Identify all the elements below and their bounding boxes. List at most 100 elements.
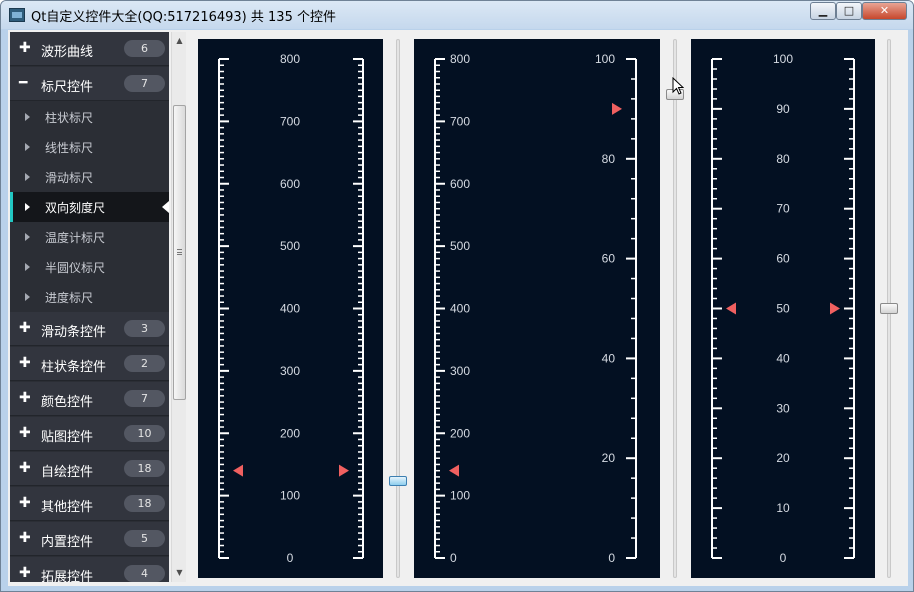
nav-child-item-4[interactable]: 温度计标尺 <box>10 222 169 252</box>
nav-child-item-5[interactable]: 半圆仪标尺 <box>10 252 169 282</box>
nav-group-label: 滑动条控件 <box>41 325 107 340</box>
nav-group-9[interactable]: ✚ 拓展控件 4 <box>10 557 169 582</box>
nav-group-label: 贴图控件 <box>41 430 94 445</box>
app-icon <box>9 8 25 22</box>
tick-label: 700 <box>280 114 300 128</box>
tick-label: 20 <box>776 451 790 465</box>
nav-child-item-3[interactable]: 双向刻度尺 <box>10 192 169 222</box>
triangle-right-icon <box>25 143 30 151</box>
nav-child-label: 滑动标尺 <box>45 171 94 185</box>
ruler-panel-2: 0 100 200 300 400 500 600 700 800 <box>414 39 534 578</box>
tick-label: 200 <box>450 426 470 440</box>
minimize-button[interactable]: ▁ <box>810 2 836 20</box>
nav-group-label: 标尺控件 <box>41 80 94 95</box>
tick-label: 60 <box>602 252 616 266</box>
tick-label: 300 <box>280 364 300 378</box>
ruler-panel-4: 0 10 20 30 40 50 60 70 80 90 100 <box>691 39 875 578</box>
nav-group-2[interactable]: ✚ 滑动条控件 3 <box>10 312 169 346</box>
navigation-tree: ✚ 波形曲线 6 ━ 标尺控件 7 柱状标尺线性标尺滑动标尺双向刻度尺温度计标尺半圆仪标尺进… <box>10 32 169 582</box>
ruler-3-svg: 0 20 40 60 80 100 <box>595 52 637 565</box>
ruler-1-slider-handle[interactable] <box>389 476 407 486</box>
nav-group-label: 拓展控件 <box>41 570 94 582</box>
nav-group-0[interactable]: ✚ 波形曲线 6 <box>10 32 169 66</box>
tick-label: 30 <box>776 401 790 415</box>
tick-label: 0 <box>780 551 787 565</box>
ruler-4-svg: 0 10 20 30 40 50 60 70 80 90 100 <box>711 52 855 565</box>
tick-label: 80 <box>776 152 790 166</box>
nav-group-5[interactable]: ✚ 贴图控件 10 <box>10 417 169 451</box>
plus-icon: ✚ <box>19 495 31 511</box>
nav-child-item-1[interactable]: 线性标尺 <box>10 132 169 162</box>
maximize-button[interactable]: □ <box>836 2 862 20</box>
tick-label: 0 <box>608 551 615 565</box>
ruler-1-slider-track[interactable] <box>396 39 400 578</box>
ruler-panel-1: 0 100 200 300 400 500 600 700 800 <box>198 39 383 578</box>
tick-label: 200 <box>280 426 300 440</box>
nav-group-label: 内置控件 <box>41 535 94 550</box>
plus-icon: ✚ <box>19 425 31 441</box>
triangle-right-icon <box>25 263 30 271</box>
right-value-marker-icon <box>339 464 349 477</box>
minus-icon: ━ <box>19 75 28 91</box>
tick-label: 50 <box>776 302 790 316</box>
plus-icon: ✚ <box>19 320 31 336</box>
plus-icon: ✚ <box>19 460 31 476</box>
nav-group-4[interactable]: ✚ 颜色控件 7 <box>10 382 169 416</box>
nav-child-label: 线性标尺 <box>45 141 94 155</box>
ruler-3-slider-track[interactable] <box>673 39 677 578</box>
nav-child-label: 温度计标尺 <box>45 231 106 245</box>
nav-group-count-badge: 2 <box>124 355 165 372</box>
nav-group-count-badge: 7 <box>124 75 165 92</box>
title-bar[interactable]: Qt自定义控件大全(QQ:517216493) 共 135 个控件 ▁ □ ✕ <box>1 1 913 29</box>
tick-label: 400 <box>450 302 470 316</box>
tick-label: 400 <box>280 302 300 316</box>
scroll-down-arrow-icon[interactable]: ▼ <box>172 566 187 580</box>
triangle-right-icon <box>25 113 30 121</box>
main-window: Qt自定义控件大全(QQ:517216493) 共 135 个控件 ▁ □ ✕ … <box>0 0 914 592</box>
ruler-panel-3: 0 20 40 60 80 100 <box>534 39 660 578</box>
triangle-right-icon <box>25 173 30 181</box>
scroll-thumb[interactable] <box>173 105 186 400</box>
plus-icon: ✚ <box>19 40 31 56</box>
close-button[interactable]: ✕ <box>862 2 907 20</box>
nav-group-7[interactable]: ✚ 其他控件 18 <box>10 487 169 521</box>
tick-label: 700 <box>450 114 470 128</box>
nav-group-count-badge: 4 <box>124 565 165 582</box>
nav-group-3[interactable]: ✚ 柱状条控件 2 <box>10 347 169 381</box>
plus-icon: ✚ <box>19 530 31 546</box>
tick-label: 90 <box>776 102 790 116</box>
ruler-4-slider-handle[interactable] <box>880 303 898 314</box>
nav-group-8[interactable]: ✚ 内置控件 5 <box>10 522 169 556</box>
tick-label: 300 <box>450 364 470 378</box>
tick-label: 40 <box>776 351 790 365</box>
tick-label: 600 <box>450 177 470 191</box>
nav-group-count-badge: 18 <box>124 495 165 512</box>
left-value-marker-icon <box>449 464 459 477</box>
tick-label: 80 <box>602 152 616 166</box>
plus-icon: ✚ <box>19 565 31 581</box>
plus-icon: ✚ <box>19 355 31 371</box>
nav-child-label: 进度标尺 <box>45 291 94 305</box>
nav-group-6[interactable]: ✚ 自绘控件 18 <box>10 452 169 486</box>
right-value-marker-icon <box>830 302 840 315</box>
nav-scrollbar[interactable]: ▲ ▼ <box>171 32 186 582</box>
tick-label: 100 <box>280 489 300 503</box>
scroll-up-arrow-icon[interactable]: ▲ <box>172 34 187 48</box>
nav-group-count-badge: 18 <box>124 460 165 477</box>
tick-label: 100 <box>773 52 793 66</box>
nav-group-label: 自绘控件 <box>41 465 94 480</box>
nav-child-label: 柱状标尺 <box>45 111 94 125</box>
nav-group-1[interactable]: ━ 标尺控件 7 <box>10 67 169 101</box>
tick-label: 600 <box>280 177 300 191</box>
grip-icon <box>177 249 182 255</box>
nav-child-label: 半圆仪标尺 <box>45 261 106 275</box>
left-value-marker-icon <box>233 464 243 477</box>
nav-child-item-6[interactable]: 进度标尺 <box>10 282 169 312</box>
nav-group-count-badge: 3 <box>124 320 165 337</box>
triangle-right-icon <box>25 233 30 241</box>
tick-label: 100 <box>450 489 470 503</box>
nav-child-item-2[interactable]: 滑动标尺 <box>10 162 169 192</box>
triangle-right-icon <box>25 203 30 211</box>
nav-child-item-0[interactable]: 柱状标尺 <box>10 102 169 132</box>
tick-label: 60 <box>776 252 790 266</box>
